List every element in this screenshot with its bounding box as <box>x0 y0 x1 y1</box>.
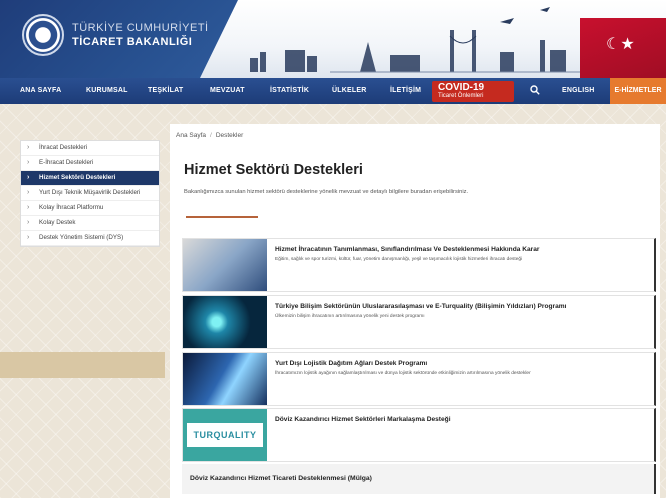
nav-kurumsal[interactable]: KURUMSAL <box>86 78 128 104</box>
e-hizmetler-button[interactable]: E-HİZMETLER <box>610 78 666 104</box>
chevron-right-icon: › <box>27 189 30 196</box>
logo-panel[interactable]: TÜRKİYE CUMHURİYETİ TİCARET BAKANLIĞI <box>0 0 238 78</box>
chevron-right-icon: › <box>27 174 30 181</box>
support-card-hizmet-ticareti-mulga[interactable]: Döviz Kazandırıcı Hizmet Ticareti Destek… <box>182 464 656 494</box>
education-health-thumbnail <box>183 239 267 291</box>
main-content: Ana Sayfa / Destekler Hizmet Sektörü Deste… <box>170 124 660 498</box>
support-card-lojistik[interactable]: Yurt Dışı Lojistik Dağıtım Ağları Destek… <box>182 352 656 406</box>
breadcrumb-home-link[interactable]: Ana Sayfa <box>176 132 206 139</box>
chevron-right-icon: › <box>27 159 30 166</box>
sidebar-item-label: Kolay Destek <box>39 219 76 226</box>
sidebar-item-label: E-İhracat Destekleri <box>39 159 94 166</box>
sidebar-item-label: İhracat Destekleri <box>39 144 88 151</box>
it-sector-thumbnail <box>183 296 267 348</box>
covid-title: COVID-19 <box>438 82 485 93</box>
title-divider <box>186 216 258 218</box>
nav-ana-sayfa[interactable]: ANA SAYFA <box>20 78 61 104</box>
nav-english[interactable]: ENGLISH <box>562 78 595 104</box>
nav-ulkeler[interactable]: ÜLKELER <box>332 78 366 104</box>
turkish-flag-icon <box>580 18 666 78</box>
page-description: Bakanlığımızca sunulan hizmet sektörü de… <box>184 189 469 195</box>
card-title[interactable]: Türkiye Bilişim Sektörünün Uluslararasıl… <box>275 303 566 310</box>
sidebar-item-hizmet-sektoru-destekleri[interactable]: › Hizmet Sektörü Destekleri <box>21 171 159 186</box>
card-subtitle: İhracatımızın lojistik ayağının sağlamla… <box>275 371 531 376</box>
search-icon[interactable] <box>530 85 540 95</box>
nav-teskilat[interactable]: TEŞKİLAT <box>148 78 183 104</box>
breadcrumb: Ana Sayfa / Destekler <box>176 132 243 139</box>
covid-measures-button[interactable]: COVID-19 Ticaret Önlemleri <box>432 81 514 102</box>
card-subtitle: Ülkemizin bilişim ihracatının artırılmas… <box>275 314 425 319</box>
breadcrumb-separator: / <box>210 132 212 139</box>
support-card-hizmet-ihracati[interactable]: Hizmet İhracatının Tanımlanması, Sınıfla… <box>182 238 656 292</box>
card-title[interactable]: Döviz Kazandırıcı Hizmet Sektörleri Mark… <box>275 416 451 423</box>
card-title[interactable]: Döviz Kazandırıcı Hizmet Ticareti Destek… <box>190 475 372 482</box>
sidebar-item-kolay-ihracat-platformu[interactable]: › Kolay İhracat Platformu <box>21 201 159 216</box>
site-header: TÜRKİYE CUMHURİYETİ TİCARET BAKANLIĞI <box>0 0 666 78</box>
turquality-thumbnail: TURQUALITY <box>183 409 267 461</box>
sidebar-item-label: Yurt Dışı Teknik Müşavirlik Destekleri <box>39 189 141 196</box>
card-subtitle: Eğitim, sağlık ve spor turizmi, kültür, … <box>275 257 523 262</box>
support-card-bilisim[interactable]: Türkiye Bilişim Sektörünün Uluslararasıl… <box>182 295 656 349</box>
sidebar-item-e-ihracat-destekleri[interactable]: › E-İhracat Destekleri <box>21 156 159 171</box>
sidebar-item-label: Destek Yönetim Sistemi (DYS) <box>39 234 124 241</box>
sidebar-item-ihracat-destekleri[interactable]: › İhracat Destekleri <box>21 141 159 156</box>
main-nav: ANA SAYFA KURUMSAL TEŞKİLAT MEVZUAT İSTA… <box>0 78 666 104</box>
covid-subtitle: Ticaret Önlemleri <box>438 93 484 99</box>
turquality-logo: TURQUALITY <box>187 423 263 447</box>
sidebar-item-label: Kolay İhracat Platformu <box>39 204 104 211</box>
sidebar-item-label: Hizmet Sektörü Destekleri <box>39 174 116 181</box>
chevron-right-icon: › <box>27 204 30 211</box>
sidebar-item-destek-yonetim-sistemi[interactable]: › Destek Yönetim Sistemi (DYS) <box>21 231 159 246</box>
breadcrumb-current[interactable]: Destekler <box>216 132 243 139</box>
logo-text-line1[interactable]: TÜRKİYE CUMHURİYETİ <box>72 22 209 34</box>
page-title: Hizmet Sektörü Destekleri <box>184 162 363 178</box>
nav-mevzuat[interactable]: MEVZUAT <box>210 78 245 104</box>
logistics-thumbnail <box>183 353 267 405</box>
ministry-emblem-icon[interactable] <box>22 14 64 56</box>
sidebar-menu: › İhracat Destekleri › E-İhracat Destekl… <box>20 140 160 247</box>
card-title[interactable]: Yurt Dışı Lojistik Dağıtım Ağları Destek… <box>275 360 427 367</box>
sidebar-item-yurt-disi-teknik-musavirlik[interactable]: › Yurt Dışı Teknik Müşavirlik Destekleri <box>21 186 159 201</box>
card-title[interactable]: Hizmet İhracatının Tanımlanması, Sınıfla… <box>275 246 539 253</box>
logo-text-line2[interactable]: TİCARET BAKANLIĞI <box>72 36 192 48</box>
chevron-right-icon: › <box>27 219 30 226</box>
chevron-right-icon: › <box>27 234 30 241</box>
support-card-markalasma[interactable]: TURQUALITY Döviz Kazandırıcı Hizmet Sekt… <box>182 408 656 462</box>
nav-iletisim[interactable]: İLETİŞİM <box>390 78 421 104</box>
chevron-right-icon: › <box>27 144 30 151</box>
nav-istatistik[interactable]: İSTATİSTİK <box>270 78 309 104</box>
decorative-strip <box>0 352 165 378</box>
sidebar-item-kolay-destek[interactable]: › Kolay Destek <box>21 216 159 231</box>
